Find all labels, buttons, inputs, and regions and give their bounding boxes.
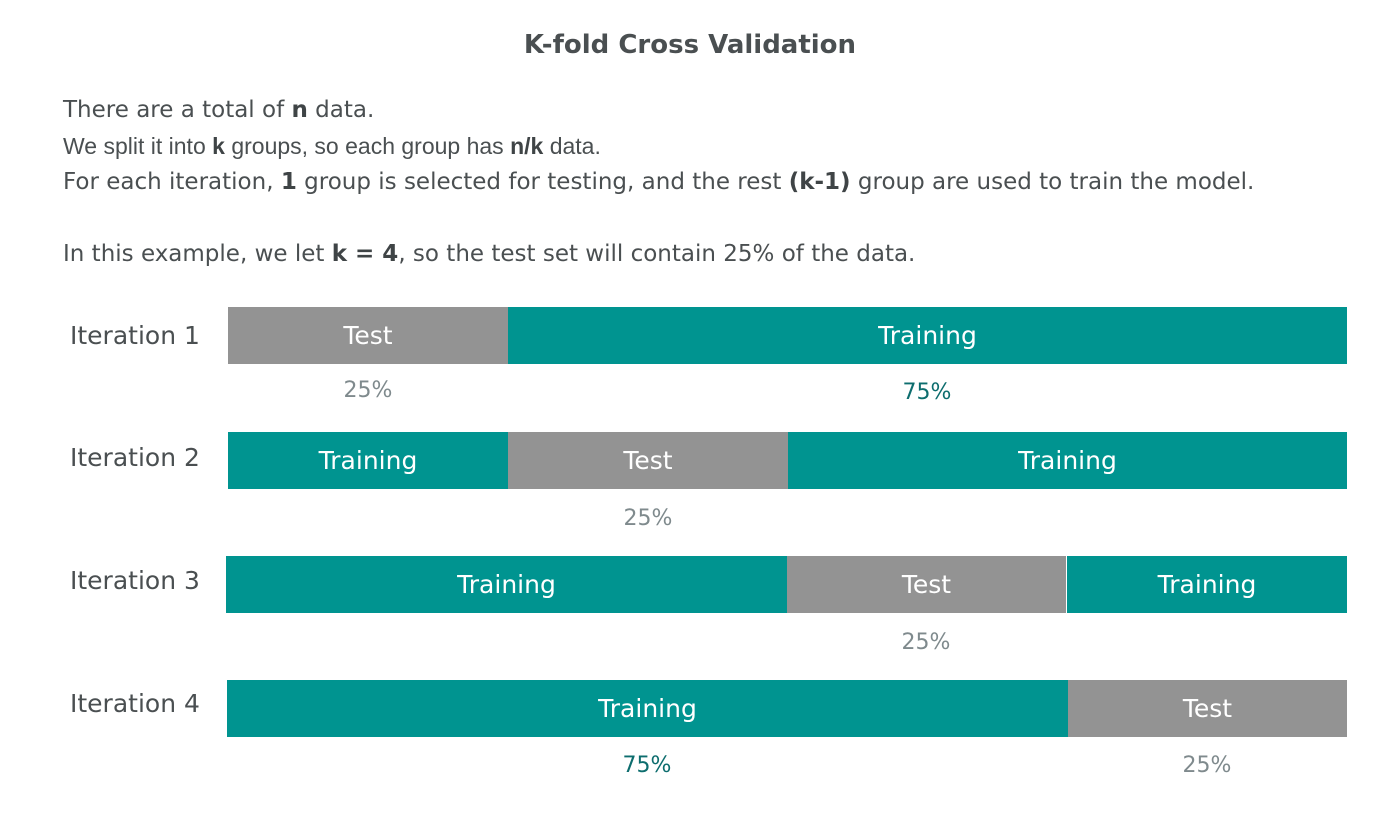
iteration-1-training-percentage: 75% [902, 380, 952, 405]
iteration-4-label: Iteration 4 [70, 689, 200, 718]
description-line-2: We split it into k groups, so each group… [63, 133, 601, 159]
iteration-3-test-segment: Test [787, 556, 1066, 613]
iteration-2-test-segment: Test [508, 432, 788, 489]
iteration-4-training-percentage: 75% [622, 753, 672, 778]
description-line-4: In this example, we let k = 4, so the te… [63, 241, 916, 267]
iteration-4-test-percentage: 25% [1182, 753, 1232, 778]
iteration-4-training-segment: Training [227, 680, 1068, 737]
iteration-1-label: Iteration 1 [70, 321, 200, 350]
diagram-title: K-fold Cross Validation [523, 30, 857, 60]
iteration-4-test-segment: Test [1068, 680, 1347, 737]
iteration-1-test-percentage: 25% [343, 378, 393, 403]
iteration-3-label: Iteration 3 [70, 566, 200, 595]
description-line-3: For each iteration, 1 group is selected … [63, 169, 1255, 195]
iteration-1-training-segment: Training [508, 307, 1347, 364]
iteration-2-test-percentage: 25% [623, 506, 673, 531]
iteration-2-training-segment-left: Training [228, 432, 508, 489]
iteration-3-test-percentage: 25% [901, 630, 951, 655]
iteration-2-label: Iteration 2 [70, 443, 200, 472]
iteration-2-training-segment-right: Training [788, 432, 1347, 489]
iteration-3-training-segment-right: Training [1067, 556, 1347, 613]
description-line-1: There are a total of n data. [63, 97, 375, 123]
iteration-1-test-segment: Test [228, 307, 508, 364]
iteration-3-training-segment-left: Training [226, 556, 787, 613]
